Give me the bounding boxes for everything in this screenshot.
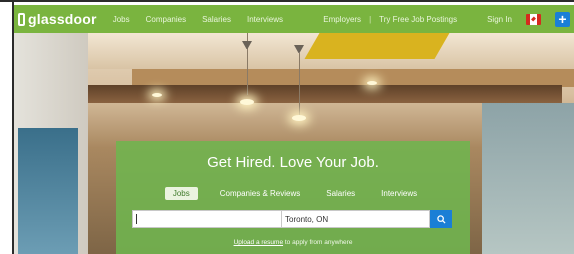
search-tabs: Jobs Companies & Reviews Salaries Interv…: [116, 187, 470, 200]
left-border: [12, 2, 14, 254]
keyword-search-input[interactable]: [132, 210, 282, 228]
text-caret: [136, 214, 137, 224]
plus-button[interactable]: +: [555, 11, 570, 27]
hero-section: Get Hired. Love Your Job. Jobs Companies…: [12, 33, 574, 254]
search-icon: [436, 214, 446, 224]
upload-resume-text: to apply from anywhere: [283, 239, 353, 246]
nav-salaries[interactable]: Salaries: [202, 15, 231, 24]
sign-in-link[interactable]: Sign In: [487, 15, 512, 24]
upload-resume-link[interactable]: Upload a resume: [234, 239, 284, 246]
tab-companies-reviews[interactable]: Companies & Reviews: [216, 187, 304, 200]
tab-interviews[interactable]: Interviews: [377, 187, 421, 200]
browser-viewport: glassdoor Jobs Companies Salaries Interv…: [12, 0, 574, 254]
nav-interviews[interactable]: Interviews: [247, 15, 283, 24]
door-icon: [18, 12, 25, 26]
hero-headline: Get Hired. Love Your Job.: [207, 154, 379, 171]
top-navbar: glassdoor Jobs Companies Salaries Interv…: [12, 5, 574, 33]
nav-free-job-postings[interactable]: Try Free Job Postings: [379, 15, 457, 24]
nav-jobs[interactable]: Jobs: [113, 15, 130, 24]
nav-companies[interactable]: Companies: [146, 15, 186, 24]
location-input[interactable]: Toronto, ON: [282, 210, 430, 228]
logo-text: glassdoor: [28, 11, 97, 27]
search-panel: Get Hired. Love Your Job. Jobs Companies…: [116, 141, 470, 254]
tab-salaries[interactable]: Salaries: [322, 187, 359, 200]
nav-right-group: Employers | Try Free Job Postings Sign I…: [323, 11, 570, 27]
nav-employers[interactable]: Employers: [323, 15, 361, 24]
search-button[interactable]: [430, 210, 452, 228]
tab-jobs[interactable]: Jobs: [164, 187, 198, 200]
pendant-lamp: [240, 99, 254, 105]
nav-separator: |: [369, 14, 372, 24]
pendant-lamp: [292, 115, 306, 121]
glassdoor-logo[interactable]: glassdoor: [18, 11, 97, 27]
canada-flag-icon[interactable]: [526, 13, 541, 25]
search-form: Toronto, ON: [132, 210, 452, 228]
upload-resume-line: Upload a resume to apply from anywhere: [116, 239, 470, 246]
